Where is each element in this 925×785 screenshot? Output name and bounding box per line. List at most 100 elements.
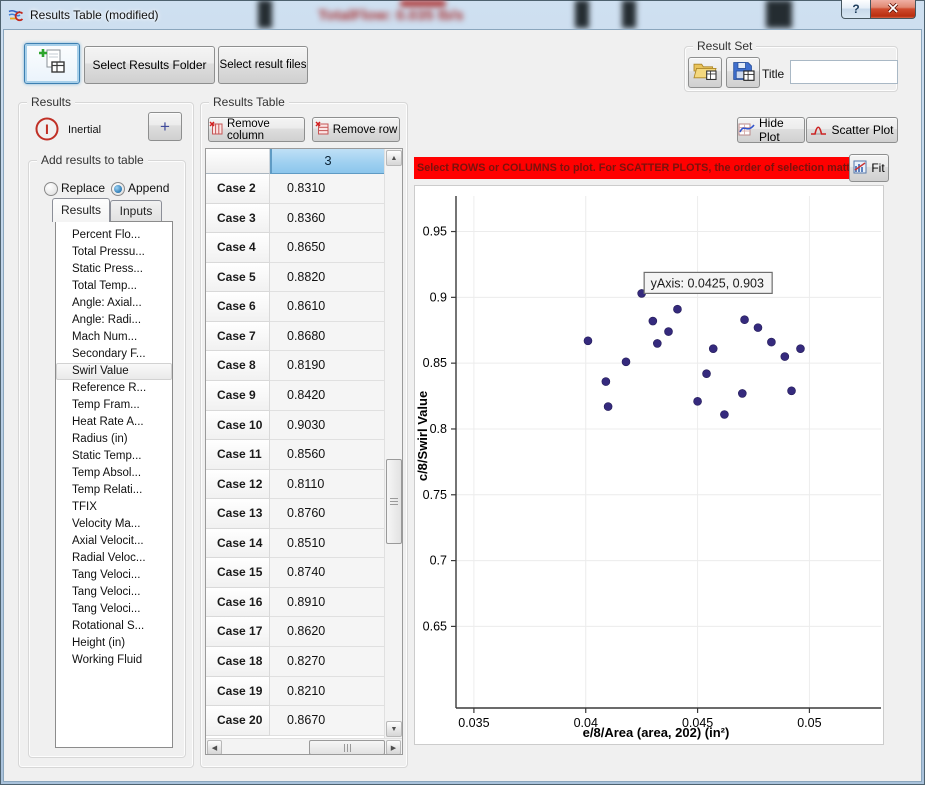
radio-append[interactable] [111, 182, 125, 196]
hide-plot-button[interactable]: Hide Plot [737, 117, 805, 143]
table-row-header[interactable]: Case 15 [206, 558, 270, 588]
table-row-header[interactable]: Case 5 [206, 263, 270, 293]
data-point[interactable] [649, 317, 657, 325]
results-list-item[interactable]: Angle: Radi... [56, 312, 172, 329]
results-list-item[interactable]: Rotational S... [56, 618, 172, 635]
horizontal-scrollbar[interactable]: ◀ ▶ [206, 738, 402, 755]
tab-inputs[interactable]: Inputs [110, 200, 162, 222]
table-cell[interactable]: 0.9030 [270, 411, 384, 441]
tab-results[interactable]: Results [52, 198, 110, 222]
results-list-item[interactable]: Working Fluid [56, 652, 172, 669]
data-point[interactable] [673, 305, 681, 313]
table-cell[interactable]: 0.8110 [270, 470, 384, 500]
add-results-button[interactable]: + [148, 112, 182, 141]
table-cell[interactable]: 0.8190 [270, 351, 384, 381]
vertical-scroll-thumb[interactable] [386, 459, 402, 544]
data-point[interactable] [703, 370, 711, 378]
table-cell[interactable]: 0.8310 [270, 174, 384, 204]
results-list-item[interactable]: Percent Flo... [56, 227, 172, 244]
results-list-item[interactable]: Radius (in) [56, 431, 172, 448]
results-list-item[interactable]: Height (in) [56, 635, 172, 652]
table-cell[interactable]: 0.8740 [270, 558, 384, 588]
table-row-header[interactable]: Case 13 [206, 499, 270, 529]
table-cell[interactable]: 0.8760 [270, 499, 384, 529]
table-cell[interactable]: 0.8510 [270, 529, 384, 559]
data-point[interactable] [796, 345, 804, 353]
data-point[interactable] [788, 387, 796, 395]
table-corner-header[interactable] [206, 149, 270, 174]
table-row-header[interactable]: Case 20 [206, 706, 270, 736]
scroll-up-button[interactable]: ▲ [386, 150, 402, 166]
table-row-header[interactable]: Case 6 [206, 292, 270, 322]
table-cell[interactable]: 0.8560 [270, 440, 384, 470]
table-column-header[interactable]: 3 [270, 149, 384, 174]
horizontal-scroll-thumb[interactable] [309, 740, 385, 755]
select-results-folder-button[interactable]: Select Results Folder [84, 46, 215, 84]
table-row-header[interactable]: Case 3 [206, 204, 270, 234]
radio-replace[interactable] [44, 182, 58, 196]
table-row-header[interactable]: Case 2 [206, 174, 270, 204]
table-row-header[interactable]: Case 17 [206, 617, 270, 647]
results-list-item[interactable]: Static Press... [56, 261, 172, 278]
titlebar[interactable]: TotalFlow: 0.035 lb/s Results Table (mod… [0, 0, 925, 30]
data-point[interactable] [604, 403, 612, 411]
table-cell[interactable]: 0.8210 [270, 677, 384, 707]
results-list-item[interactable]: Axial Velocit... [56, 533, 172, 550]
results-list-item[interactable]: Angle: Axial... [56, 295, 172, 312]
table-row-header[interactable]: Case 18 [206, 647, 270, 677]
results-list-item[interactable]: Radial Veloc... [56, 550, 172, 567]
table-cell[interactable]: 0.8820 [270, 263, 384, 293]
data-point[interactable] [622, 358, 630, 366]
table-cell[interactable]: 0.8910 [270, 588, 384, 618]
data-point[interactable] [584, 337, 592, 345]
table-row-header[interactable]: Case 4 [206, 233, 270, 263]
table-row-header[interactable]: Case 12 [206, 470, 270, 500]
table-row-header[interactable]: Case 8 [206, 351, 270, 381]
results-list-item[interactable]: Tang Veloci... [56, 584, 172, 601]
load-result-set-button[interactable] [688, 57, 722, 88]
data-point[interactable] [754, 324, 762, 332]
data-point[interactable] [738, 389, 746, 397]
results-list-item[interactable]: Total Temp... [56, 278, 172, 295]
results-list-item[interactable]: Temp Absol... [56, 465, 172, 482]
results-list-item[interactable]: Reference R... [56, 380, 172, 397]
table-row-header[interactable]: Case 9 [206, 381, 270, 411]
help-button[interactable]: ? [841, 0, 871, 19]
table-cell[interactable]: 0.8680 [270, 322, 384, 352]
close-button[interactable] [871, 0, 916, 19]
table-cell[interactable]: 0.8610 [270, 292, 384, 322]
remove-column-button[interactable]: Remove column [208, 117, 305, 142]
data-point[interactable] [602, 378, 610, 386]
results-list-item[interactable]: Mach Num... [56, 329, 172, 346]
data-point[interactable] [665, 328, 673, 336]
results-list-item[interactable]: Secondary F... [56, 346, 172, 363]
results-list-item[interactable]: TFIX [56, 499, 172, 516]
data-point[interactable] [653, 339, 661, 347]
remove-row-button[interactable]: Remove row [312, 117, 400, 142]
table-row-header[interactable]: Case 19 [206, 677, 270, 707]
save-result-set-button[interactable] [726, 57, 760, 88]
table-row-header[interactable]: Case 14 [206, 529, 270, 559]
results-list-item[interactable]: Total Pressu... [56, 244, 172, 261]
fit-button[interactable]: Fit [849, 154, 889, 182]
results-list-item[interactable]: Static Temp... [56, 448, 172, 465]
scroll-down-button[interactable]: ▼ [386, 721, 402, 737]
results-list-item[interactable]: Tang Veloci... [56, 601, 172, 618]
results-list-item[interactable]: Velocity Ma... [56, 516, 172, 533]
select-result-files-button[interactable]: Select result files [218, 46, 308, 84]
results-list-item[interactable]: Tang Veloci... [56, 567, 172, 584]
table-cell[interactable]: 0.8670 [270, 706, 384, 736]
table-row-header[interactable]: Case 16 [206, 588, 270, 618]
results-list-item[interactable]: Swirl Value [56, 363, 172, 380]
data-point[interactable] [694, 397, 702, 405]
data-point[interactable] [741, 316, 749, 324]
results-list-item[interactable]: Temp Relati... [56, 482, 172, 499]
data-point[interactable] [720, 410, 728, 418]
table-cell[interactable]: 0.8620 [270, 617, 384, 647]
data-point[interactable] [781, 353, 789, 361]
table-cell[interactable]: 0.8270 [270, 647, 384, 677]
result-set-title-input[interactable] [790, 60, 898, 84]
vertical-scrollbar[interactable]: ▲ ▼ [384, 149, 402, 738]
table-cell[interactable]: 0.8650 [270, 233, 384, 263]
scatter-plot-button[interactable]: Scatter Plot [806, 117, 898, 143]
